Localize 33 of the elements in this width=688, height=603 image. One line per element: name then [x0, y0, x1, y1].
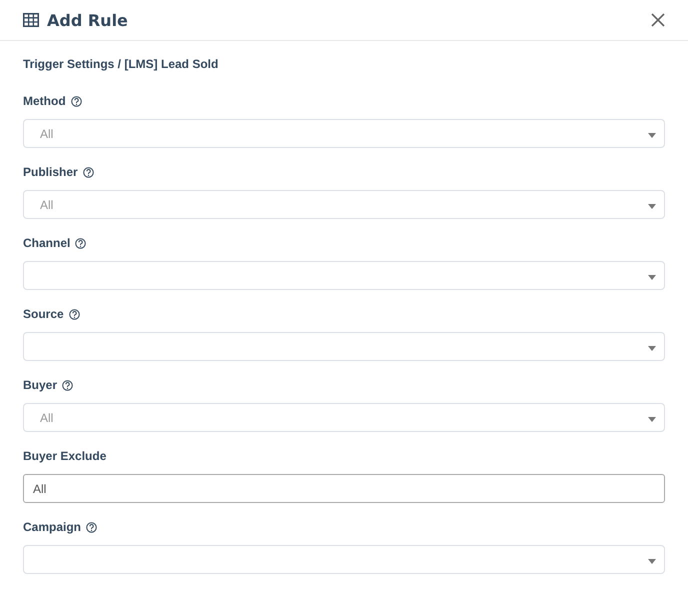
field-label: Method: [23, 94, 66, 108]
select-placeholder: All: [40, 410, 54, 424]
dialog-title: Add Rule: [47, 10, 128, 30]
close-icon[interactable]: [651, 13, 665, 27]
caret-icon: [648, 132, 656, 138]
select-field[interactable]: All: [23, 119, 665, 148]
select-field[interactable]: [23, 261, 665, 290]
select-placeholder: All: [40, 198, 54, 212]
help-icon[interactable]: [75, 238, 86, 248]
select-field[interactable]: [23, 332, 665, 361]
breadcrumb: Trigger Settings / [LMS] Lead Sold: [23, 57, 220, 73]
field-label: Campaign: [23, 520, 82, 534]
select-field[interactable]: All: [23, 190, 665, 219]
table-icon: [23, 13, 39, 27]
select-field[interactable]: All: [23, 403, 665, 432]
field-label: Publisher: [23, 165, 78, 179]
help-icon[interactable]: [68, 308, 80, 320]
help-icon[interactable]: [62, 380, 74, 390]
help-icon[interactable]: [86, 522, 98, 532]
caret-icon: [648, 558, 656, 564]
help-icon[interactable]: [70, 96, 82, 106]
help-icon[interactable]: [82, 166, 94, 178]
select-placeholder: All: [40, 126, 54, 140]
caret-icon: [648, 274, 656, 280]
field-label: Channel: [23, 236, 70, 250]
caret-icon: [648, 204, 656, 208]
input-field[interactable]: All: [23, 474, 665, 503]
caret-icon: [648, 416, 656, 422]
field-label: Buyer Exclude: [23, 449, 106, 463]
field-label: Buyer: [23, 378, 58, 392]
caret-icon: [648, 346, 656, 350]
field-label: Source: [23, 307, 64, 321]
select-field[interactable]: [23, 545, 665, 574]
